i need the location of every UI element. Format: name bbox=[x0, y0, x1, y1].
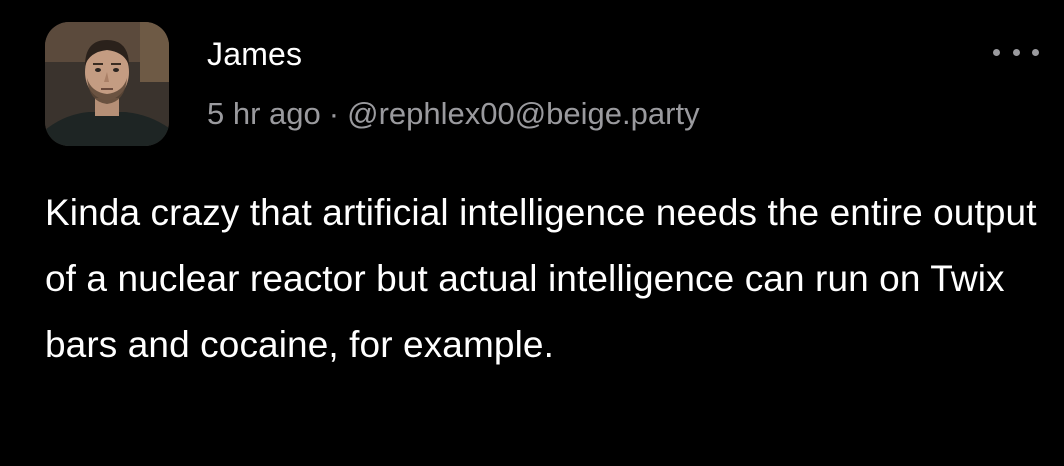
profile-photo-icon bbox=[45, 22, 169, 146]
timestamp: 5 hr ago bbox=[207, 96, 321, 131]
ellipsis-dot bbox=[993, 48, 1000, 56]
post-card: James 5 hr ago · @rephlex00@beige.party Ki… bbox=[0, 0, 1064, 466]
more-options-button[interactable] bbox=[988, 40, 1044, 64]
post-body-text: Kinda crazy that artificial intelligence… bbox=[45, 192, 1037, 365]
ellipsis-dot bbox=[1012, 48, 1020, 56]
post-meta: 5 hr ago · @rephlex00@beige.party bbox=[207, 92, 700, 136]
avatar[interactable] bbox=[45, 22, 169, 146]
ellipsis-icon bbox=[993, 48, 1039, 56]
meta-separator: · bbox=[328, 96, 340, 131]
author-name[interactable]: James bbox=[207, 32, 302, 76]
ellipsis-dot bbox=[1032, 48, 1039, 56]
author-handle[interactable]: @rephlex00@beige.party bbox=[347, 96, 699, 131]
